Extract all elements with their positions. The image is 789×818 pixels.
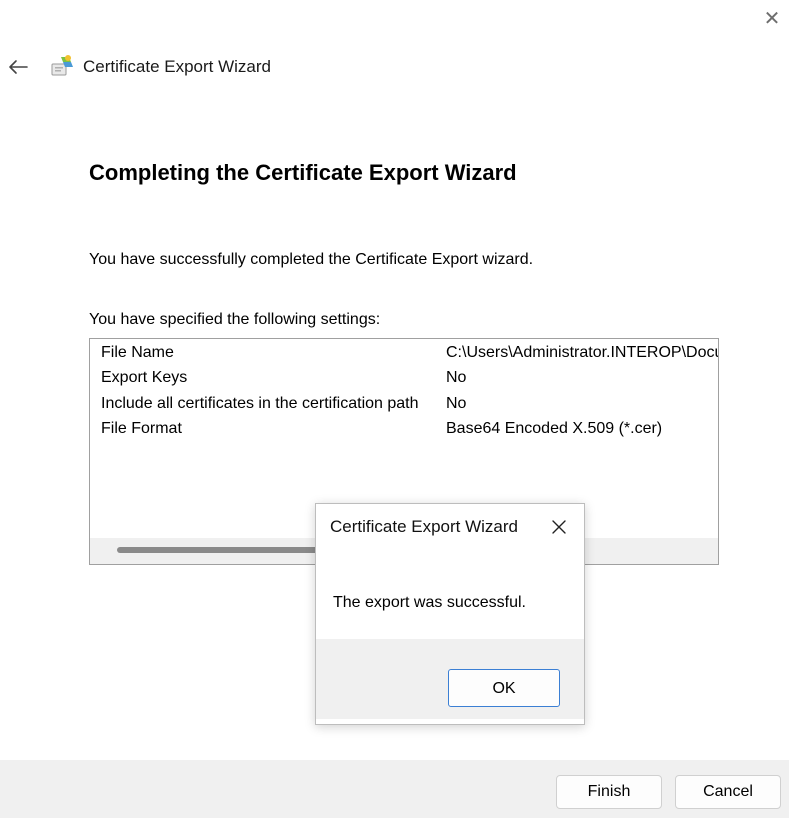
wizard-title: Certificate Export Wizard — [83, 57, 271, 76]
page-heading: Completing the Certificate Export Wizard — [89, 160, 517, 185]
certificate-wizard-icon — [49, 53, 75, 79]
settings-value: No — [446, 369, 467, 386]
settings-row-export-keys[interactable]: Export Keys No — [90, 365, 718, 390]
settings-key: File Name — [101, 344, 174, 361]
settings-row-file-name[interactable]: File Name C:\Users\Administrator.INTEROP… — [90, 340, 718, 365]
settings-value: Base64 Encoded X.509 (*.cer) — [446, 420, 663, 437]
settings-row-include-certs[interactable]: Include all certificates in the certific… — [90, 391, 718, 416]
settings-row-file-format[interactable]: File Format Base64 Encoded X.509 (*.cer) — [90, 416, 718, 441]
ok-button[interactable]: OK — [448, 669, 560, 707]
back-arrow-icon[interactable] — [4, 53, 32, 81]
finish-button[interactable]: Finish — [556, 775, 662, 809]
dialog-title: Certificate Export Wizard — [330, 517, 518, 536]
export-success-dialog: Certificate Export Wizard The export was… — [315, 503, 585, 725]
settings-label: You have specified the following setting… — [89, 311, 381, 328]
settings-key: File Format — [101, 420, 182, 437]
dialog-close-icon[interactable] — [544, 512, 574, 542]
dialog-message: The export was successful. — [333, 594, 526, 611]
wizard-footer — [0, 760, 789, 818]
cancel-button[interactable]: Cancel — [675, 775, 781, 809]
settings-value: C:\Users\Administrator.INTEROP\Docu — [446, 344, 718, 361]
settings-value: No — [446, 395, 467, 412]
settings-key: Export Keys — [101, 369, 188, 386]
settings-key: Include all certificates in the certific… — [101, 395, 419, 412]
success-message: You have successfully completed the Cert… — [89, 251, 534, 268]
window-close-icon[interactable]: ✕ — [759, 6, 785, 32]
